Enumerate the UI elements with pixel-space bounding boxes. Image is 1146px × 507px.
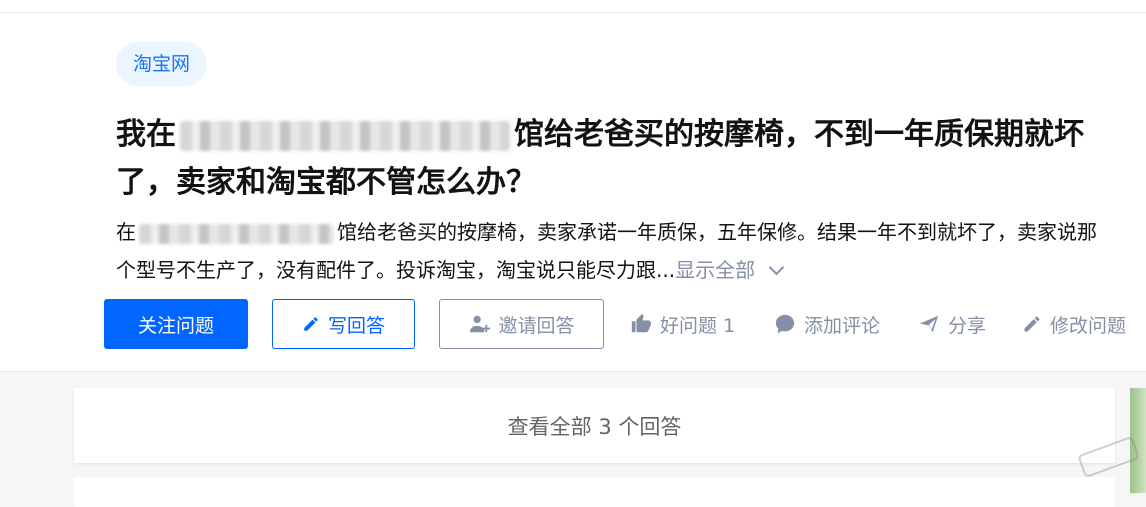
- good-question-button[interactable]: 好问题 1: [630, 309, 735, 339]
- edit-question-button[interactable]: 修改问题: [1022, 309, 1126, 339]
- chevron-down-icon: [768, 259, 785, 276]
- invite-label: 邀请回答: [498, 314, 575, 337]
- thumbs-up-icon: [631, 313, 652, 333]
- top-bar: [0, 0, 1146, 13]
- question-title-start: 我在: [116, 117, 176, 152]
- follow-label: 关注问题: [137, 314, 214, 337]
- invite-answer-button[interactable]: 邀请回答: [439, 299, 604, 349]
- view-all-answers-link[interactable]: 查看全部 3 个回答: [74, 388, 1115, 463]
- comment-bubble-icon: [775, 314, 795, 334]
- good-question-label: 好问题 1: [660, 314, 736, 337]
- share-plane-icon: [919, 315, 939, 333]
- add-comment-label: 添加评论: [804, 314, 881, 337]
- pencil-icon: [304, 317, 318, 331]
- edit-question-label: 修改问题: [1050, 314, 1127, 337]
- edit-pencil-icon: [1024, 316, 1040, 332]
- write-answer-button[interactable]: 写回答: [272, 299, 415, 349]
- follow-question-button[interactable]: 关注问题: [104, 299, 248, 349]
- redacted-text: [180, 120, 510, 151]
- view-all-answers-card: 查看全部 3 个回答: [74, 388, 1115, 463]
- show-all-label: 显示全部: [675, 258, 756, 282]
- add-comment-button[interactable]: 添加评论: [774, 309, 880, 339]
- excerpt-start: 在: [116, 220, 136, 244]
- share-label: 分享: [948, 314, 987, 337]
- show-all-button[interactable]: 显示全部: [675, 258, 785, 282]
- next-content-card: [74, 477, 1115, 507]
- write-answer-label: 写回答: [327, 314, 385, 337]
- question-header-card: 淘宝网 我在 馆给老爸买的按摩椅，不到一年质保期就坏了，卖家和淘宝都不管怎么办？ …: [0, 13, 1146, 372]
- topic-tag[interactable]: 淘宝网: [116, 42, 208, 86]
- invite-user-icon: [470, 315, 491, 333]
- share-button[interactable]: 分享: [918, 309, 986, 339]
- question-title: 我在 馆给老爸买的按摩椅，不到一年质保期就坏了，卖家和淘宝都不管怎么办？: [116, 111, 1126, 207]
- question-excerpt[interactable]: 在馆给老爸买的按摩椅，卖家承诺一年质保，五年保修。结果一年不到就坏了，卖家说那个…: [116, 213, 1116, 289]
- redacted-text: [139, 223, 334, 244]
